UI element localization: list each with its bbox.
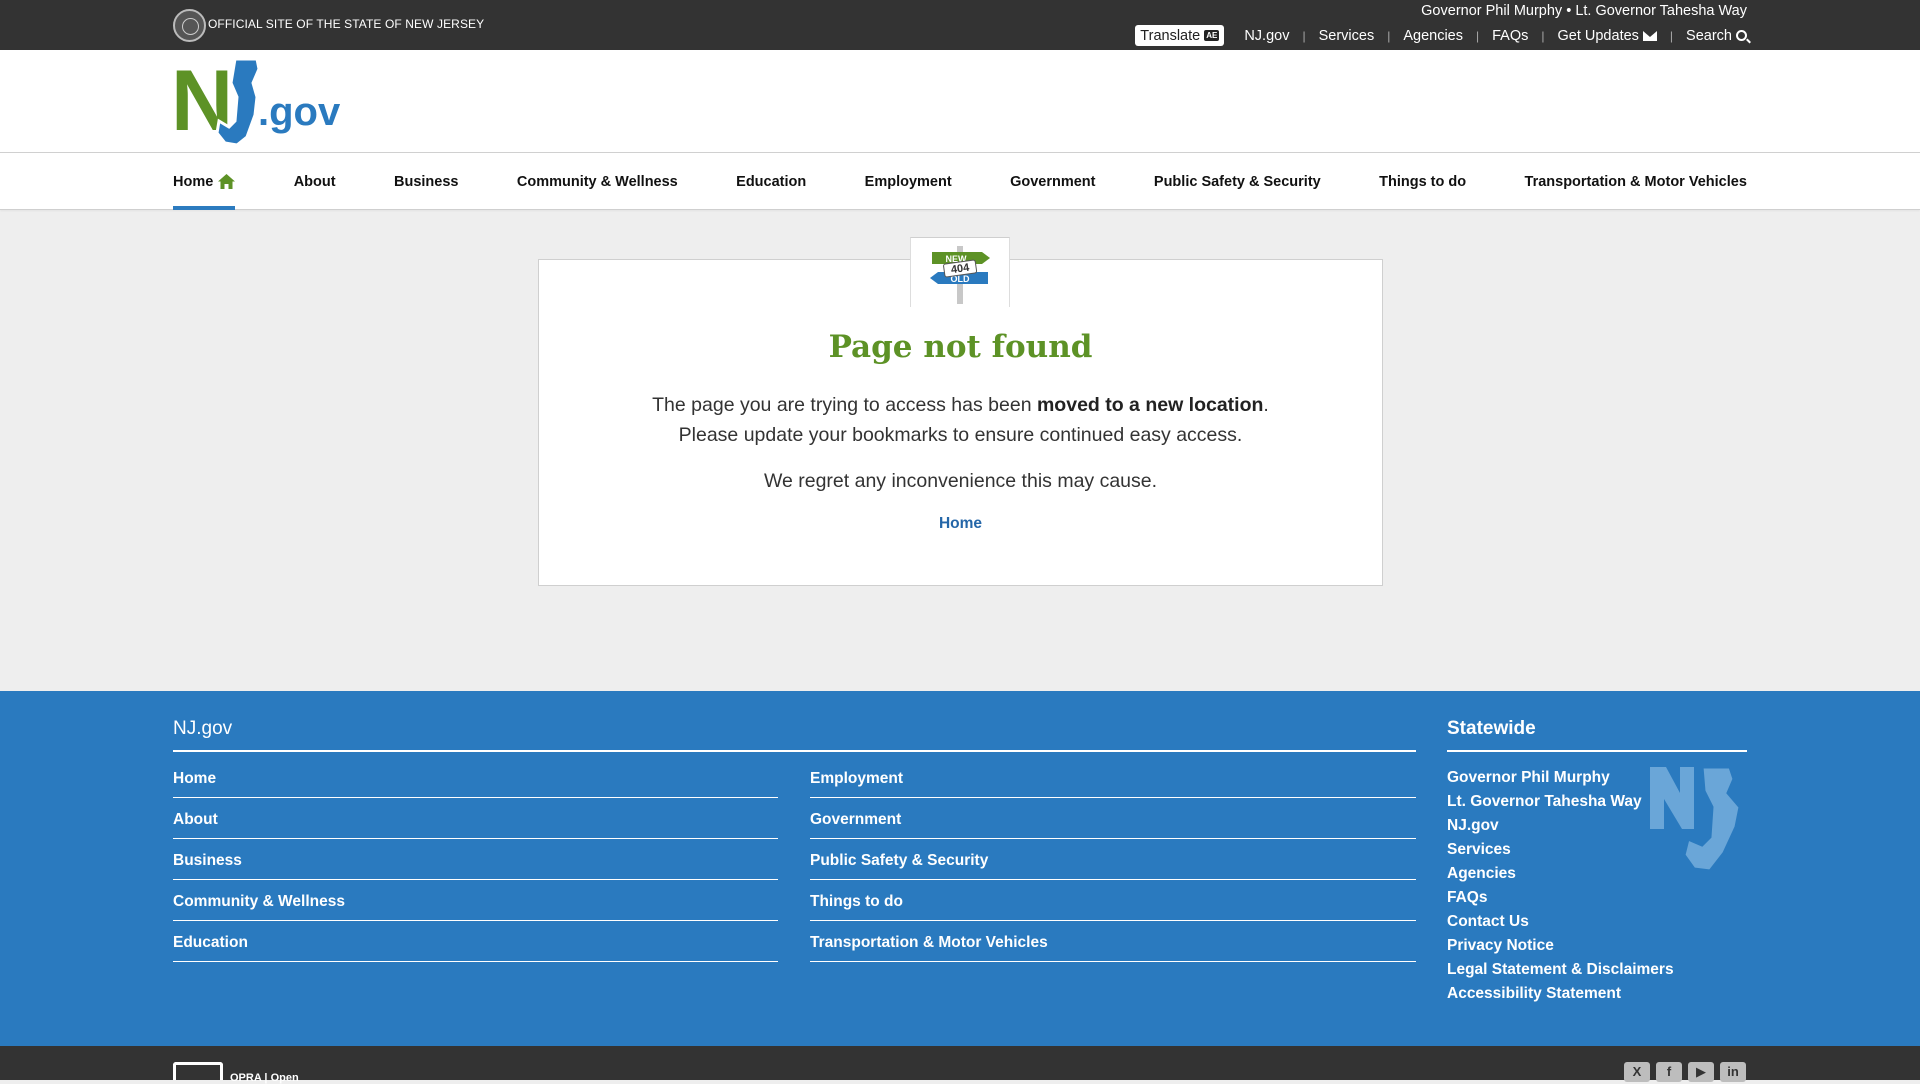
nav-label: About xyxy=(293,173,336,190)
youtube-icon[interactable]: ▶ xyxy=(1688,1062,1714,1082)
footer-link-home[interactable]: Home xyxy=(173,770,778,798)
statewide-link-njgov[interactable]: NJ.gov xyxy=(1447,817,1499,835)
nj-watermark-logo xyxy=(1650,767,1742,873)
util-link-label: Search xyxy=(1686,27,1732,44)
util-link-search[interactable]: Search xyxy=(1686,28,1747,44)
nav-label: Home xyxy=(173,173,214,190)
util-link-njgov[interactable]: NJ.gov xyxy=(1244,28,1289,44)
separator: | xyxy=(1387,28,1391,43)
official-site-text: Official Site of the State of New Jersey xyxy=(208,17,485,31)
separator: | xyxy=(1541,28,1545,43)
message-text: The page you are trying to access has be… xyxy=(652,394,1037,416)
bottom-bar: OPRA | Open X f ▶ in xyxy=(0,1046,1920,1084)
footer-link-things-to-do[interactable]: Things to do xyxy=(810,893,1416,921)
linkedin-icon[interactable]: in xyxy=(1720,1062,1746,1082)
statewide-link-governor[interactable]: Governor Phil Murphy xyxy=(1447,769,1610,787)
error-message-line2: Please update your bookmarks to ensure c… xyxy=(678,424,1243,446)
nav-label: Community & Wellness xyxy=(516,173,678,190)
nav-label: Transportation & Motor Vehicles xyxy=(1524,173,1747,190)
signpost-404-icon: NEW OLD 404 xyxy=(930,246,990,304)
nav-label: Government xyxy=(1010,173,1096,190)
main-navigation: Home About Business Community & Wellness… xyxy=(0,153,1920,210)
nav-label: Things to do xyxy=(1379,173,1467,190)
nav-item-business[interactable]: Business xyxy=(394,153,458,210)
x-twitter-icon[interactable]: X xyxy=(1624,1062,1650,1082)
brand-header: N .gov xyxy=(0,50,1920,153)
statewide-link-agencies[interactable]: Agencies xyxy=(1447,865,1516,883)
footer-link-public-safety[interactable]: Public Safety & Security xyxy=(810,852,1416,880)
envelope-icon xyxy=(1642,30,1657,41)
nav-item-public-safety[interactable]: Public Safety & Security xyxy=(1154,153,1321,210)
footer-link-business[interactable]: Business xyxy=(173,852,778,880)
nav-item-employment[interactable]: Employment xyxy=(865,153,952,210)
footer-link-education[interactable]: Education xyxy=(173,934,778,962)
nav-label: Public Safety & Security xyxy=(1153,173,1321,190)
state-seal-icon xyxy=(173,9,206,42)
util-link-label: Agencies xyxy=(1403,27,1463,44)
page-title: Page not found xyxy=(828,329,1093,365)
home-icon xyxy=(218,174,236,189)
error-card: Page not found The page you are trying t… xyxy=(538,259,1383,586)
statewide-link-lt-governor[interactable]: Lt. Governor Tahesha Way xyxy=(1447,793,1642,811)
utility-bar: Official Site of the State of New Jersey… xyxy=(0,0,1920,50)
governor-leaders-text: Governor Phil Murphy • Lt. Governor Tahe… xyxy=(1421,3,1747,19)
statewide-link-faqs[interactable]: FAQs xyxy=(1447,889,1487,907)
footer-rule xyxy=(173,750,1416,752)
util-link-get-updates[interactable]: Get Updates xyxy=(1558,28,1657,44)
footer-title-statewide: Statewide xyxy=(1447,718,1536,739)
nj-gov-logo[interactable]: N .gov xyxy=(173,57,363,147)
nav-item-things-to-do[interactable]: Things to do xyxy=(1379,153,1466,210)
message-text: . xyxy=(1263,394,1269,416)
nav-item-home[interactable]: Home xyxy=(173,153,236,210)
site-footer: NJ.gov Home About Business Community & W… xyxy=(0,691,1920,1046)
search-icon xyxy=(1736,30,1747,41)
opra-label: OPRA | Open xyxy=(230,1072,299,1084)
footer-title-njgov: NJ.gov xyxy=(173,718,233,739)
footer-link-employment[interactable]: Employment xyxy=(810,770,1416,798)
facebook-icon[interactable]: f xyxy=(1656,1062,1682,1082)
utility-nav: Translate AE NJ.gov | Services | Agencie… xyxy=(1135,25,1747,46)
footer-link-transportation[interactable]: Transportation & Motor Vehicles xyxy=(810,934,1416,962)
statewide-link-contact-us[interactable]: Contact Us xyxy=(1447,913,1529,931)
nav-item-about[interactable]: About xyxy=(294,153,336,210)
translate-icon: AE xyxy=(1204,30,1220,41)
error-message-line3: We regret any inconvenience this may cau… xyxy=(763,470,1158,492)
statewide-link-accessibility[interactable]: Accessibility Statement xyxy=(1447,985,1621,1003)
translate-label: Translate xyxy=(1140,27,1201,44)
util-link-services[interactable]: Services xyxy=(1319,28,1375,44)
nav-label: Employment xyxy=(864,173,952,190)
message-emphasis: moved to a new location xyxy=(1036,394,1264,416)
footer-rule xyxy=(1447,750,1747,752)
footer-link-government[interactable]: Government xyxy=(810,811,1416,839)
separator: | xyxy=(1302,28,1306,43)
util-link-label: Services xyxy=(1318,27,1375,44)
separator: | xyxy=(1475,28,1480,43)
opra-icon[interactable] xyxy=(173,1062,223,1080)
statewide-link-legal[interactable]: Legal Statement & Disclaimers xyxy=(1447,961,1674,979)
util-link-label: FAQs xyxy=(1492,27,1529,44)
util-link-agencies[interactable]: Agencies xyxy=(1403,28,1463,44)
logo-gov-text: .gov xyxy=(258,90,341,134)
nav-label: Business xyxy=(393,173,459,190)
error-message-line1: The page you are trying to access has be… xyxy=(539,394,1382,417)
util-link-faqs[interactable]: FAQs xyxy=(1492,28,1528,44)
nav-item-transportation[interactable]: Transportation & Motor Vehicles xyxy=(1525,153,1747,210)
statewide-link-privacy[interactable]: Privacy Notice xyxy=(1447,937,1554,955)
nav-item-government[interactable]: Government xyxy=(1010,153,1095,210)
util-link-label: NJ.gov xyxy=(1244,27,1290,44)
home-link[interactable]: Home xyxy=(539,515,1382,533)
statewide-link-services[interactable]: Services xyxy=(1447,841,1511,859)
nav-item-community-wellness[interactable]: Community & Wellness xyxy=(517,153,678,210)
separator: | xyxy=(1669,28,1674,43)
footer-link-community-wellness[interactable]: Community & Wellness xyxy=(173,893,778,921)
nav-item-education[interactable]: Education xyxy=(736,153,806,210)
footer-link-about[interactable]: About xyxy=(173,811,778,839)
nav-label: Education xyxy=(736,173,807,190)
util-link-label: Get Updates xyxy=(1557,27,1639,44)
translate-button[interactable]: Translate AE xyxy=(1135,25,1225,46)
